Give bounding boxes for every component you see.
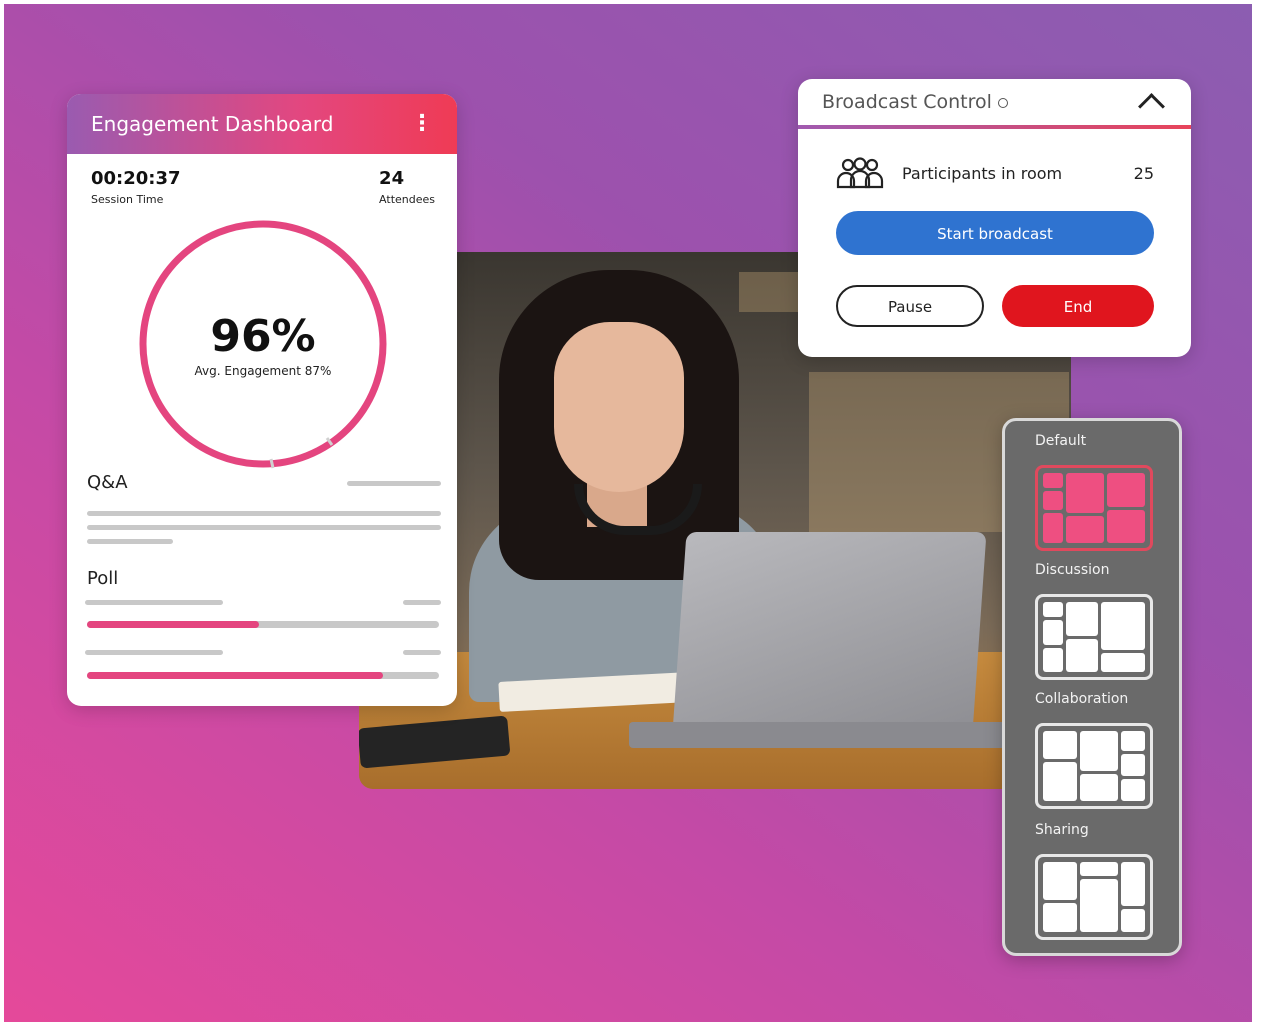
qa-placeholder-line: [347, 481, 441, 486]
gauge-tick: [269, 458, 275, 469]
layout-label-collaboration: Collaboration: [1035, 691, 1129, 707]
attendees-label: Attendees: [379, 193, 435, 206]
engagement-gauge: 96% Avg. Engagement 87%: [135, 216, 391, 472]
info-icon[interactable]: [997, 97, 1008, 108]
layout-label-sharing: Sharing: [1035, 822, 1089, 838]
engagement-dashboard-card: Engagement Dashboard ⋮ 00:20:37 Session …: [67, 94, 457, 706]
start-broadcast-button[interactable]: Start broadcast: [836, 211, 1154, 255]
attendees-stat: 24 Attendees: [379, 168, 435, 206]
layout-option-default[interactable]: [1035, 465, 1153, 551]
vertical-dots-icon[interactable]: ⋮: [411, 113, 433, 135]
attendees-value: 24: [379, 168, 405, 189]
avg-engagement-label: Avg. Engagement 87%: [194, 364, 332, 378]
layout-option-sharing[interactable]: [1035, 854, 1153, 940]
poll-placeholder-line: [85, 650, 223, 655]
pause-button[interactable]: Pause: [836, 285, 984, 327]
broadcast-control-header[interactable]: Broadcast Control: [798, 79, 1191, 129]
poll-result-fill: [87, 672, 383, 679]
poll-placeholder-line: [403, 650, 441, 655]
layout-option-discussion[interactable]: [1035, 594, 1153, 680]
qa-placeholder-line: [87, 511, 441, 516]
chevron-up-icon[interactable]: [1138, 92, 1165, 120]
participants-count: 25: [1133, 163, 1154, 183]
layout-label-discussion: Discussion: [1035, 562, 1110, 578]
poll-placeholder-line: [403, 600, 441, 605]
poll-placeholder-line: [85, 600, 223, 605]
poll-result-bar: [87, 621, 439, 628]
broadcast-control-title: Broadcast Control: [822, 91, 1142, 113]
people-group-icon: [836, 157, 884, 189]
broadcast-control-card: Broadcast Control Participants in room 2…: [798, 79, 1191, 357]
engagement-dashboard-header: Engagement Dashboard ⋮: [67, 94, 457, 154]
poll-result-bar: [87, 672, 439, 679]
poll-section-label: Poll: [87, 568, 119, 589]
session-time-label: Session Time: [91, 193, 164, 206]
background: Engagement Dashboard ⋮ 00:20:37 Session …: [4, 4, 1252, 1022]
session-time-value: 00:20:37: [91, 168, 181, 189]
layout-label-default: Default: [1035, 433, 1087, 449]
engagement-percent: 96%: [210, 311, 316, 362]
participants-row: Participants in room 25: [834, 157, 1154, 189]
qa-placeholder-line: [87, 539, 173, 544]
participants-label: Participants in room: [902, 163, 1063, 183]
qa-placeholder-line: [87, 525, 441, 530]
qa-section-label: Q&A: [87, 472, 128, 493]
session-time-stat: 00:20:37 Session Time: [91, 168, 181, 206]
poll-result-fill: [87, 621, 260, 628]
engagement-dashboard-title: Engagement Dashboard: [91, 112, 334, 136]
layout-selector-panel: Default Discussion Collaboration Sharing: [1002, 418, 1182, 956]
broadcast-control-title-text: Broadcast Control: [822, 91, 992, 113]
end-button[interactable]: End: [1002, 285, 1154, 327]
layout-option-collaboration[interactable]: [1035, 723, 1153, 809]
